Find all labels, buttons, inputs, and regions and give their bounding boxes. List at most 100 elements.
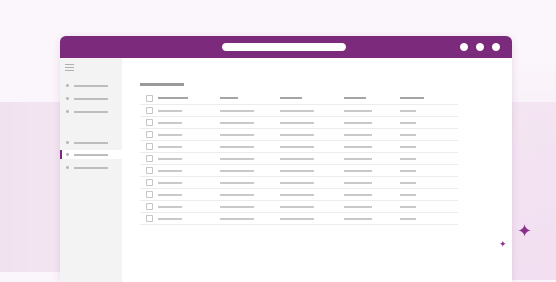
row-checkbox[interactable] [146,191,153,198]
table-row[interactable] [140,165,458,177]
table-cell [400,182,416,184]
sidebar-item-label [74,142,108,144]
row-checkbox[interactable] [146,119,153,126]
table-cell [344,146,372,148]
row-checkbox[interactable] [146,143,153,150]
bullet-icon [66,166,69,169]
sidebar-item-label [74,85,108,87]
table-cell [280,146,314,148]
table-row[interactable] [140,201,458,213]
table-row[interactable] [140,117,458,129]
row-checkbox[interactable] [146,215,153,222]
table-cell [280,218,314,220]
row-checkbox[interactable] [146,203,153,210]
table-cell [220,170,254,172]
table-cell [280,134,314,136]
bullet-icon [66,97,69,100]
table-cell [400,110,416,112]
table-cell [158,146,182,148]
table-cell [344,182,372,184]
table-cell [158,206,182,208]
column-header[interactable] [220,97,238,99]
table-cell [280,122,314,124]
table-cell [344,194,372,196]
bullet-icon [66,84,69,87]
address-bar[interactable] [222,43,346,51]
table-cell [400,146,416,148]
sidebar-item[interactable] [60,81,122,90]
table-row[interactable] [140,153,458,165]
table-cell [344,134,372,136]
table-cell [220,122,254,124]
column-header[interactable] [344,97,366,99]
table-cell [344,170,372,172]
table-cell [400,158,416,160]
table-cell [400,134,416,136]
table-cell [400,170,416,172]
sparkle-icon: ✦ [517,221,533,241]
app-window [60,36,512,282]
sidebar [60,58,122,282]
table-cell [158,218,182,220]
select-all-checkbox[interactable] [146,95,153,102]
page-title [140,83,184,86]
sidebar-item-label [74,154,108,156]
bullet-icon [66,110,69,113]
window-control-dot[interactable] [476,43,484,51]
column-header[interactable] [400,97,424,99]
table-cell [280,182,314,184]
table-row[interactable] [140,141,458,153]
table-cell [400,206,416,208]
table-cell [400,194,416,196]
table-row[interactable] [140,129,458,141]
table-cell [158,122,182,124]
row-checkbox[interactable] [146,179,153,186]
sidebar-item[interactable] [60,138,122,147]
column-header[interactable] [158,97,188,99]
data-table [140,93,458,225]
sidebar-item-label [74,111,108,113]
row-checkbox[interactable] [146,155,153,162]
table-row[interactable] [140,189,458,201]
table-cell [344,206,372,208]
sidebar-item-active[interactable] [60,150,122,159]
table-cell [220,146,254,148]
sidebar-item[interactable] [60,94,122,103]
table-cell [220,110,254,112]
table-cell [400,122,416,124]
active-indicator [60,150,62,159]
sidebar-item-label [74,167,108,169]
table-cell [220,206,254,208]
row-checkbox[interactable] [146,131,153,138]
table-cell [280,110,314,112]
row-checkbox[interactable] [146,107,153,114]
table-cell [280,206,314,208]
table-row[interactable] [140,177,458,189]
table-cell [158,170,182,172]
window-control-dot[interactable] [492,43,500,51]
table-row[interactable] [140,213,458,225]
window-control-dot[interactable] [460,43,468,51]
table-cell [344,158,372,160]
table-cell [158,134,182,136]
table-cell [280,158,314,160]
column-header[interactable] [280,97,302,99]
table-row[interactable] [140,105,458,117]
table-cell [280,194,314,196]
sidebar-item-label [74,98,108,100]
table-cell [220,134,254,136]
table-header-row [140,93,458,105]
table-cell [158,182,182,184]
bullet-icon [66,141,69,144]
sidebar-item[interactable] [60,163,122,172]
sparkle-icon: ✦ [499,239,507,249]
row-checkbox[interactable] [146,167,153,174]
main-content [122,58,512,282]
table-cell [158,110,182,112]
table-cell [158,158,182,160]
table-cell [220,218,254,220]
sidebar-item[interactable] [60,107,122,116]
table-cell [220,194,254,196]
hamburger-icon[interactable] [65,64,74,71]
table-cell [400,218,416,220]
